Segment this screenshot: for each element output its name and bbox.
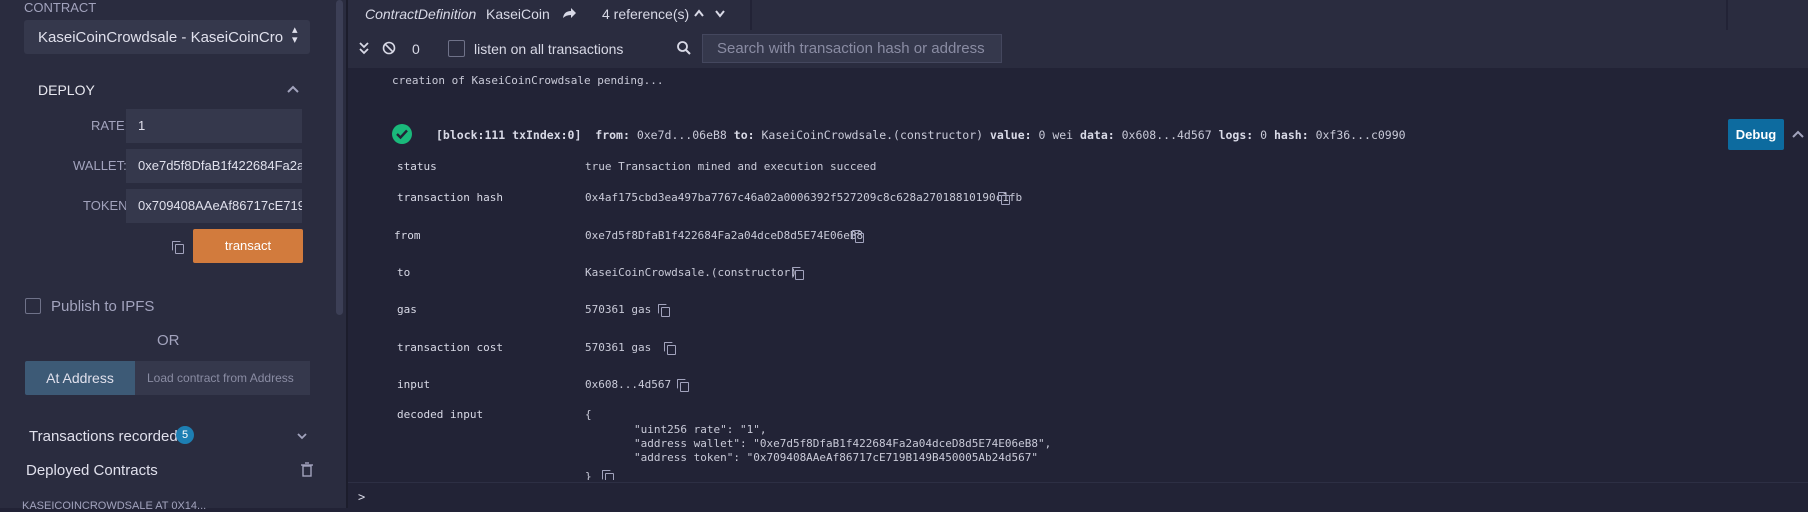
pending-count: 0 bbox=[412, 41, 420, 57]
select-arrows-icon: ▴ ▾ bbox=[292, 24, 298, 46]
detail-key-input: input bbox=[397, 378, 431, 391]
topbar-divider bbox=[750, 0, 752, 30]
rate-input[interactable]: 1 bbox=[126, 109, 302, 143]
detail-value-gas: 570361 gas bbox=[585, 303, 652, 316]
detail-value-status: true Transaction mined and execution suc… bbox=[585, 160, 877, 173]
chevron-down-icon[interactable] bbox=[714, 8, 726, 18]
listen-label: listen on all transactions bbox=[474, 41, 624, 57]
copy-icon[interactable] bbox=[658, 304, 670, 317]
chevron-down-icon[interactable] bbox=[296, 431, 308, 441]
decoded-open-brace: { bbox=[585, 408, 592, 421]
trash-icon[interactable] bbox=[300, 462, 314, 478]
go-to-definition-icon[interactable] bbox=[561, 6, 577, 20]
transaction-search-input[interactable]: Search with transaction hash or address bbox=[702, 34, 1002, 63]
at-address-button[interactable]: At Address bbox=[25, 361, 135, 395]
tx-logs-key: logs: bbox=[1218, 128, 1254, 142]
editor-topbar: ContractDefinition KaseiCoin 4 reference… bbox=[348, 0, 1808, 30]
decoded-close-brace: } bbox=[585, 470, 592, 480]
listen-checkbox[interactable] bbox=[448, 40, 465, 57]
copy-icon[interactable] bbox=[677, 379, 689, 392]
detail-value-input: 0x608...4d567 bbox=[585, 378, 672, 391]
detail-value-tx-hash: 0x4af175cbd3ea497ba7767c46a02a0006392f52… bbox=[585, 191, 1023, 204]
tx-data-key: data: bbox=[1080, 128, 1115, 142]
contract-select[interactable]: KaseiCoinCrowdsale - KaseiCoinCrowdsale … bbox=[24, 20, 310, 54]
copy-icon[interactable] bbox=[602, 470, 614, 480]
tx-logs-value: 0 bbox=[1260, 128, 1268, 142]
search-icon bbox=[677, 41, 691, 55]
tx-hash-key: hash: bbox=[1274, 128, 1309, 142]
detail-key-status: status bbox=[397, 160, 437, 173]
definition-name: KaseiCoin bbox=[486, 6, 550, 22]
param-label-wallet: WALLET: bbox=[73, 158, 127, 173]
detail-value-to: KaseiCoinCrowdsale.(constructor) bbox=[585, 266, 797, 279]
tx-summary[interactable]: [block:111 txIndex:0] from: 0xe7d...06eB… bbox=[436, 128, 1406, 142]
tx-to-value: KaseiCoinCrowdsale.(constructor) bbox=[761, 128, 984, 142]
detail-key-gas: gas bbox=[397, 303, 417, 316]
chevron-up-icon[interactable] bbox=[693, 8, 705, 18]
detail-key-tx-hash: transaction hash bbox=[397, 191, 503, 204]
tx-to-key: to: bbox=[733, 128, 755, 142]
detail-key-to: to bbox=[397, 266, 411, 279]
left-panel: CONTRACT KaseiCoinCrowdsale - KaseiCoinC… bbox=[0, 0, 348, 512]
tx-block: [block:111 txIndex:0] bbox=[436, 128, 582, 142]
deployed-contract-item[interactable]: KASEICOINCROWDSALE AT 0X14... bbox=[22, 500, 206, 512]
tx-hash-value: 0xf36...c0990 bbox=[1315, 128, 1406, 142]
terminal-prompt: > bbox=[358, 490, 366, 504]
left-scrollbar[interactable] bbox=[336, 0, 343, 315]
or-label: OR bbox=[157, 332, 180, 349]
definition-type: ContractDefinition bbox=[365, 6, 477, 22]
publish-ipfs-checkbox[interactable] bbox=[25, 298, 41, 314]
detail-value-tx-cost: 570361 gas bbox=[585, 341, 652, 354]
decoded-line-rate: "uint256 rate": "1", bbox=[634, 423, 767, 436]
tx-from-key: from: bbox=[595, 128, 630, 142]
copy-icon[interactable] bbox=[172, 241, 184, 254]
collapse-chevron-icon[interactable] bbox=[1791, 129, 1805, 139]
collapse-chevron-icon[interactable] bbox=[286, 84, 300, 94]
success-check-icon bbox=[392, 124, 412, 144]
contract-select-value: KaseiCoinCrowdsale - KaseiCoinCrowdsale bbox=[38, 29, 283, 46]
detail-key-from: from bbox=[394, 229, 421, 242]
tx-value-value: 0 wei bbox=[1038, 128, 1074, 142]
detail-value-from: 0xe7d5f8DfaB1f422684Fa2a04dceD8d5E74E06e… bbox=[585, 229, 864, 242]
pending-line: creation of KaseiCoinCrowdsale pending..… bbox=[392, 74, 664, 87]
panel-divider bbox=[346, 0, 348, 508]
detail-key-decoded-input: decoded input bbox=[397, 408, 484, 421]
decoded-line-token: "address token": "0x709408AAeAf86717cE71… bbox=[634, 451, 1038, 464]
token-input[interactable]: 0x709408AAeAf86717cE719B149B450005Ab24d5… bbox=[126, 189, 302, 223]
terminal-prompt-bar[interactable]: > bbox=[348, 482, 1808, 508]
decoded-line-wallet: "address wallet": "0xe7d5f8DfaB1f422684F… bbox=[634, 437, 1052, 450]
copy-icon[interactable] bbox=[664, 342, 676, 355]
transact-button[interactable]: transact bbox=[193, 229, 303, 263]
at-address-input[interactable]: Load contract from Address bbox=[135, 361, 310, 395]
param-label-token: TOKEN: bbox=[83, 198, 132, 213]
contract-label: CONTRACT bbox=[24, 0, 97, 15]
copy-icon[interactable] bbox=[852, 230, 864, 243]
terminal-toolbar: 0 listen on all transactions Search with… bbox=[348, 30, 1808, 68]
deployed-contracts-label: Deployed Contracts bbox=[26, 462, 158, 479]
decoded-close-clip: } bbox=[585, 470, 615, 480]
clear-console-icon[interactable] bbox=[382, 41, 396, 55]
transactions-recorded-label[interactable]: Transactions recorded bbox=[29, 428, 178, 445]
param-label-rate: RATE: bbox=[91, 118, 129, 133]
references-count: 4 reference(s) bbox=[602, 6, 690, 22]
copy-icon[interactable] bbox=[792, 267, 804, 280]
transactions-count-badge: 5 bbox=[176, 426, 194, 444]
topbar-divider bbox=[1726, 0, 1728, 30]
wallet-input[interactable]: 0xe7d5f8DfaB1f422684Fa2a04dceD8d5E74E06e… bbox=[126, 149, 302, 183]
double-chevron-down-icon[interactable] bbox=[358, 41, 370, 55]
tx-value-key: value: bbox=[990, 128, 1032, 142]
publish-ipfs-label: Publish to IPFS bbox=[51, 298, 155, 315]
tx-from-value: 0xe7d...06eB8 bbox=[636, 128, 727, 142]
debug-button[interactable]: Debug bbox=[1728, 119, 1784, 150]
tx-data-value: 0x608...4d567 bbox=[1121, 128, 1212, 142]
copy-icon[interactable] bbox=[998, 192, 1010, 205]
detail-key-tx-cost: transaction cost bbox=[397, 341, 503, 354]
deploy-title: DEPLOY bbox=[38, 82, 95, 98]
